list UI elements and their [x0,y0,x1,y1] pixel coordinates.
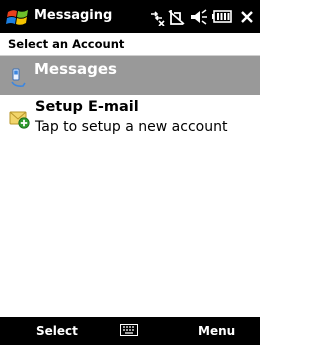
app-title: Messaging [34,8,113,23]
setup-email-icon [9,111,30,129]
account-item-setup-email[interactable]: Setup E-mail Tap to setup a new account [0,95,260,143]
data-connection-off-icon[interactable] [148,8,166,26]
select-softkey[interactable]: Select [36,324,78,338]
select-account-header: Select an Account [0,33,260,56]
keyboard-icon[interactable] [120,324,138,336]
volume-icon[interactable] [189,8,209,26]
windows-start-icon[interactable] [6,6,30,28]
account-sublabel: Tap to setup a new account [35,119,228,135]
signal-off-icon[interactable] [168,8,186,26]
account-label: Messages [34,60,117,78]
close-icon[interactable] [240,8,254,26]
soft-key-bar: Select Menu [0,317,260,345]
sms-messages-icon [11,68,26,87]
account-label: Setup E-mail [35,99,139,115]
menu-softkey[interactable]: Menu [198,324,235,338]
header-text: Select an Account [8,37,125,51]
account-item-messages[interactable]: Messages [0,56,260,95]
battery-icon[interactable] [212,8,234,26]
title-bar: Messaging [0,0,260,33]
